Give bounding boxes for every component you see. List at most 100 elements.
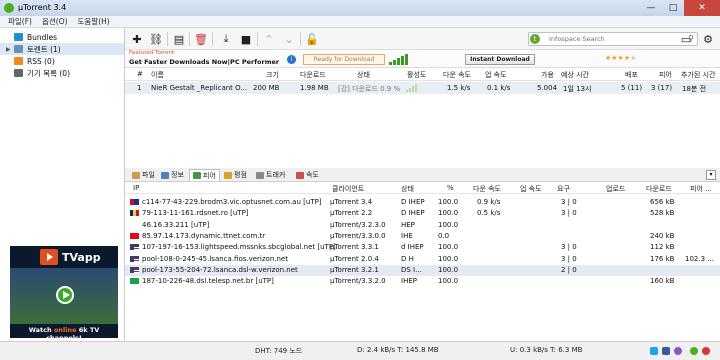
start-button[interactable]: ⤓ xyxy=(219,32,233,46)
torrent-seeds: 5 (11) xyxy=(621,84,643,92)
col-peer-dl[interactable]: 피어 ... xyxy=(690,184,712,194)
twitter-icon[interactable] xyxy=(650,347,658,355)
col-percent[interactable]: % xyxy=(447,184,454,192)
col-availability[interactable]: 가용 xyxy=(541,70,554,80)
col-peers[interactable]: 피어 xyxy=(659,70,672,80)
collapse-panel-button[interactable]: ▾ xyxy=(706,170,716,180)
expand-arrow-icon[interactable]: ▶ xyxy=(6,46,14,53)
upload-status[interactable]: U: 0.3 kB/s T: 6.3 MB xyxy=(510,346,582,354)
featured-title[interactable]: Get Faster Downloads Now|PC Performer xyxy=(129,58,279,66)
search-box[interactable]: t ⚲ xyxy=(528,32,698,46)
sidebar-item-devices[interactable]: 기기 목록 (0) xyxy=(0,67,124,79)
remote-button[interactable]: ▭ xyxy=(679,32,693,46)
minimize-button[interactable]: — xyxy=(640,0,662,16)
peer-row[interactable]: pool-108-0-245-45.lsanca.fios.verizon.ne… xyxy=(125,254,720,265)
move-down-button[interactable]: ⌄ xyxy=(282,32,296,46)
peer-ip: 79-113-11-161.rdsnet.ro [uTP] xyxy=(142,209,249,218)
col-up-speed[interactable]: 업 속도 xyxy=(520,184,542,194)
peer-row[interactable]: 107-197-16-153.lightspeed.mssnks.sbcglob… xyxy=(125,242,720,253)
peer-row[interactable]: pool-173-55-204-72.lsanca.dsl-w.verizon.… xyxy=(125,264,720,276)
menu-options[interactable]: 옵션(O) xyxy=(42,16,68,27)
add-url-button[interactable]: ⛓ xyxy=(149,32,163,46)
peer-dl: 112 kB xyxy=(650,243,675,252)
tab-peers[interactable]: 피어 xyxy=(189,169,220,181)
download-status[interactable]: D: 2.4 kB/s T: 145.8 MB xyxy=(357,346,439,354)
flag-tr-icon xyxy=(130,232,139,239)
speed-icon xyxy=(296,171,304,179)
peers-table: IP 클라이언트 상태 % 다운 속도 업 속도 요구 업로드 다운로드 피어 … xyxy=(125,182,720,341)
col-added[interactable]: 추가된 시간 xyxy=(681,70,715,80)
remove-button[interactable]: 🗑 xyxy=(194,32,208,46)
close-button[interactable]: ✕ xyxy=(684,0,720,16)
tvapp-logo-icon xyxy=(40,249,58,265)
peer-req: 3 | 0 xyxy=(561,254,577,263)
peer-flags: IHEP xyxy=(401,277,417,286)
tab-trackers[interactable]: 트래커 xyxy=(253,169,288,181)
col-uploaded[interactable]: 업로드 xyxy=(606,184,625,194)
col-eta[interactable]: 예상 시간 xyxy=(561,70,589,80)
col-downloaded[interactable]: 다운로드 xyxy=(646,184,672,194)
menu-file[interactable]: 파일(F) xyxy=(8,16,32,27)
info-icon xyxy=(161,171,169,179)
col-name[interactable]: 이름 xyxy=(151,70,164,80)
col-status[interactable]: 상태 xyxy=(357,70,370,80)
peer-dl: 240 kB xyxy=(650,231,675,240)
facebook-icon[interactable] xyxy=(662,347,670,355)
peer-row[interactable]: 46.16.33.211 [uTP] µTorrent/3.2.3.0 HEP 100… xyxy=(125,220,720,231)
col-flags[interactable]: 상태 xyxy=(401,184,414,194)
peer-row[interactable]: 187-10-226-48.dsl.telesp.net.br [uTP] µTo… xyxy=(125,276,720,287)
search-input[interactable] xyxy=(549,34,679,44)
dht-status[interactable]: DHT: 749 노드 xyxy=(255,346,302,356)
help-icon[interactable] xyxy=(674,347,682,355)
unlock-button[interactable]: 🔓 xyxy=(305,32,319,46)
peer-row[interactable]: 85.97.14.173.dynamic.ttnet.com.tr µTorren… xyxy=(125,231,720,242)
col-down-speed[interactable]: 다운 속도 xyxy=(443,70,471,80)
sidebar-item-torrents[interactable]: ▶ 토렌트 (1) xyxy=(0,43,124,55)
peer-req: 3 | 0 xyxy=(561,243,577,252)
col-reqs[interactable]: 요구 xyxy=(557,184,570,194)
col-size[interactable]: 크기 xyxy=(266,70,279,80)
tab-ratings[interactable]: 평점 xyxy=(221,169,250,181)
add-torrent-button[interactable]: ✚ xyxy=(130,32,144,46)
peer-row[interactable]: c114-77-43-229.brodm3.vic.optusnet.com.a… xyxy=(125,197,720,208)
col-down-speed[interactable]: 다운 속도 xyxy=(473,184,501,194)
sidebar-item-rss[interactable]: RSS (0) xyxy=(0,55,124,67)
col-ip[interactable]: IP xyxy=(133,184,139,192)
stop-button[interactable]: ■ xyxy=(239,32,253,46)
maximize-button[interactable]: □ xyxy=(662,0,684,16)
flag-au-icon xyxy=(130,199,139,205)
menu-help[interactable]: 도움말(H) xyxy=(78,16,110,27)
peer-client: µTorrent 2.0.4 xyxy=(330,254,379,263)
col-seeds[interactable]: 배포 xyxy=(625,70,638,80)
col-number[interactable]: # xyxy=(137,70,143,78)
connection-status-icon[interactable] xyxy=(690,347,698,355)
peer-client: µTorrent 3.4 xyxy=(330,198,373,206)
settings-button[interactable]: ⚙ xyxy=(701,32,715,46)
peer-flags: D IHEP xyxy=(401,209,425,218)
torrent-eta: 1일 13시 xyxy=(563,85,592,93)
peer-client: µTorrent 2.2 xyxy=(330,209,373,218)
peer-client: µTorrent 3.2.1 xyxy=(330,265,379,274)
search-engine-icon[interactable]: t xyxy=(530,34,540,44)
col-client[interactable]: 클라이언트 xyxy=(332,184,364,194)
signal-bars-icon xyxy=(389,54,409,65)
move-up-button[interactable]: ⌃ xyxy=(262,32,276,46)
col-downloaded[interactable]: 다운로드 xyxy=(300,70,326,80)
tab-speed[interactable]: 속도 xyxy=(293,169,322,181)
info-icon[interactable]: i xyxy=(287,55,296,64)
sidebar-item-bundles[interactable]: Bundles xyxy=(0,31,124,43)
tab-files[interactable]: 파일 xyxy=(129,169,158,181)
warning-icon[interactable] xyxy=(702,347,710,355)
torrent-row[interactable]: 1 NieR Gestalt _Replicant O... 200 MB 1.… xyxy=(125,82,720,94)
instant-download-button[interactable]: Instant Download xyxy=(465,54,535,65)
tab-info[interactable]: 정보 xyxy=(158,169,187,181)
peer-row[interactable]: 79-113-11-161.rdsnet.ro [uTP] µTorrent 2.… xyxy=(125,208,720,219)
col-activity[interactable]: 활성도 xyxy=(407,70,426,80)
torrent-availability: 5.004 xyxy=(537,84,558,92)
peer-dl: 656 kB xyxy=(650,198,675,206)
tvapp-ad-banner[interactable]: TVapp Watch online 6k TV channels! xyxy=(10,246,118,338)
torrent-status: [강] 다운로드 0.9 % xyxy=(338,85,401,93)
col-up-speed[interactable]: 업 속도 xyxy=(485,70,507,80)
torrent-table: # 이름 크기 다운로드 상태 활성도 다운 속도 업 속도 가용 예상 시간 … xyxy=(125,68,720,168)
create-torrent-button[interactable]: ▤ xyxy=(172,32,186,46)
